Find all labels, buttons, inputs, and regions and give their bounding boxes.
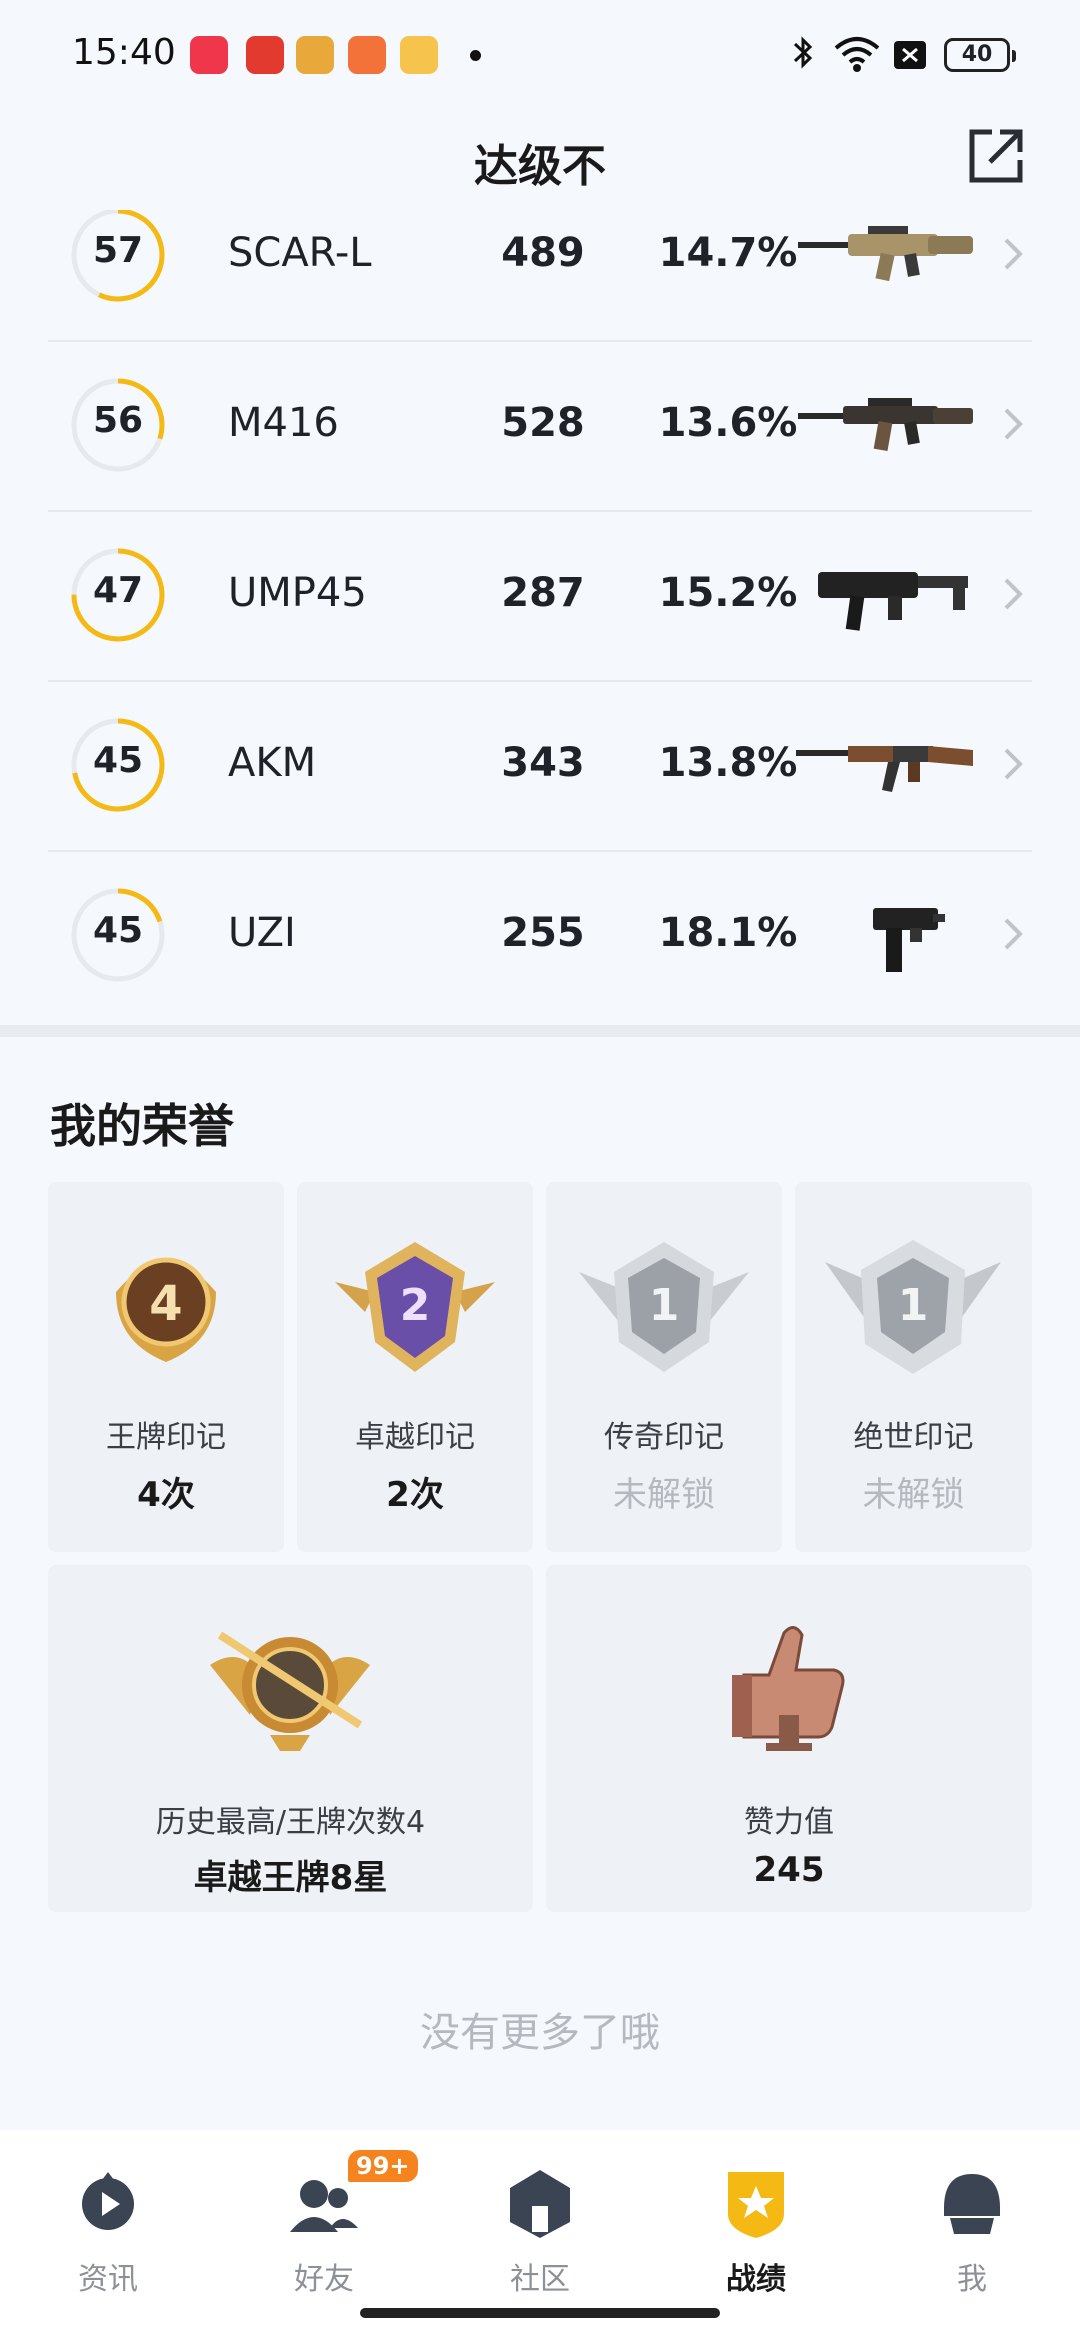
weapon-row[interactable]: 45 AKM 343 13.8% (48, 680, 1032, 852)
weapon-kills: 255 (501, 910, 585, 956)
ace-mark-badge-icon: 4 (116, 1257, 216, 1362)
end-of-list-text: 没有更多了哦 (420, 2010, 660, 2056)
video-app-icon (348, 36, 386, 74)
honor-card-excellence[interactable]: 2 卓越印记 2次 (297, 1182, 533, 1552)
honor-label: 绝世印记 (853, 1420, 974, 1455)
weapon-kills: 287 (501, 570, 585, 616)
honor-card-peerless[interactable]: 1 绝世印记 未解锁 (795, 1182, 1032, 1552)
weapon-name: SCAR-L (228, 230, 372, 276)
battery-icon: 40 (944, 38, 1016, 72)
thumbs-up-icon (732, 1626, 845, 1751)
honor-value: 未解锁 (613, 1475, 715, 1515)
game-app-icon (296, 36, 334, 74)
weapon-row[interactable]: 57 SCAR-L 489 14.7% (48, 210, 1032, 342)
sim-off-icon (894, 41, 926, 69)
nav-item-friends[interactable]: 99+ 好友 (244, 2150, 418, 2300)
legend-mark-badge-icon: 1 (579, 1242, 749, 1372)
weapon-level: 47 (92, 570, 144, 611)
weapon-level: 56 (92, 400, 144, 441)
weapon-row[interactable]: 56 M416 528 13.6% (48, 340, 1032, 512)
weapon-level: 57 (92, 230, 144, 271)
weapon-level: 45 (92, 740, 144, 781)
weapon-list: 57 SCAR-L 489 14.7% 56 M416 528 13.6% 47… (0, 210, 1080, 1025)
weapon-kills: 528 (501, 400, 585, 446)
honors-title: 我的荣誉 (50, 1099, 234, 1153)
honor-card-legend[interactable]: 1 传奇印记 未解锁 (546, 1182, 782, 1552)
m416-rifle-icon (798, 398, 973, 452)
status-time: 15:40 (72, 32, 176, 73)
honor-value: 4次 (137, 1475, 195, 1515)
honor-value: 2次 (386, 1475, 444, 1515)
weapon-row[interactable]: 45 UZI 255 18.1% (48, 850, 1032, 1020)
svg-text:1: 1 (898, 1280, 929, 1331)
ace-rank-emblem-icon (210, 1631, 370, 1751)
weapon-row[interactable]: 47 UMP45 287 15.2% (48, 510, 1032, 682)
weapon-name: M416 (228, 400, 339, 446)
nav-item-community[interactable]: 社区 (460, 2150, 620, 2300)
header: 达级不 (0, 110, 1080, 210)
ump45-smg-icon (818, 572, 968, 631)
nav-item-record[interactable]: 战绩 (676, 2150, 836, 2300)
nav-label: 资讯 (78, 2262, 138, 2297)
likes-value: 245 (753, 1850, 825, 1890)
likes-label: 赞力值 (744, 1805, 834, 1840)
nav-item-profile[interactable]: 我 (892, 2150, 1052, 2300)
chevron-right-icon (1004, 578, 1023, 610)
wifi-icon (834, 37, 880, 72)
svg-text:2: 2 (400, 1280, 431, 1331)
weapon-name: AKM (228, 740, 317, 786)
nav-label: 社区 (510, 2262, 570, 2297)
uzi-smg-icon (873, 908, 945, 972)
bluetooth-icon (793, 36, 813, 69)
news-app-icon (246, 36, 284, 74)
nav-label: 战绩 (726, 2262, 786, 2297)
profile-icon (944, 2174, 1000, 2234)
honor-card-highest-rank[interactable]: 历史最高/王牌次数4 卓越王牌8星 (48, 1565, 533, 1912)
highest-rank-value: 卓越王牌8星 (193, 1858, 388, 1898)
weapon-name: UMP45 (228, 570, 367, 616)
scar-l-rifle-icon (798, 226, 973, 282)
peerless-mark-badge-icon: 1 (825, 1240, 1001, 1374)
nav-label: 我 (957, 2262, 987, 2297)
status-bar: 15:40 40 (0, 0, 1080, 110)
community-icon (510, 2170, 570, 2238)
chevron-right-icon (1004, 238, 1023, 270)
weapon-name: UZI (228, 910, 296, 956)
honor-label: 传奇印记 (604, 1420, 724, 1455)
excellence-mark-badge-icon: 2 (335, 1242, 495, 1372)
honor-card-ace[interactable]: 4 王牌印记 4次 (48, 1182, 284, 1552)
weapon-kills: 343 (501, 740, 585, 786)
honor-card-likes[interactable]: 赞力值 245 (546, 1565, 1032, 1912)
news-icon (82, 2172, 134, 2230)
nav-item-news[interactable]: 资讯 (28, 2150, 188, 2300)
record-icon (728, 2172, 784, 2238)
chevron-right-icon (1004, 918, 1023, 950)
honor-value: 未解锁 (862, 1475, 965, 1515)
akm-rifle-icon (796, 746, 973, 792)
chevron-right-icon (1004, 748, 1023, 780)
section-divider (0, 1025, 1080, 1037)
notification-dot (470, 50, 481, 61)
highest-rank-label: 历史最高/王牌次数4 (155, 1805, 426, 1840)
home-indicator (360, 2308, 720, 2318)
share-icon[interactable] (964, 124, 1028, 188)
svg-text:4: 4 (149, 1276, 182, 1332)
gift-app-icon (400, 36, 438, 74)
nav-label: 好友 (294, 2262, 354, 2297)
honor-label: 卓越印记 (355, 1420, 475, 1455)
weapon-level: 45 (92, 910, 144, 951)
friends-count-badge: 99+ (348, 2150, 418, 2182)
music-app-icon (190, 36, 228, 74)
svg-text:1: 1 (649, 1280, 680, 1331)
honor-label: 王牌印记 (106, 1420, 226, 1455)
weapon-kills: 489 (501, 230, 585, 276)
chevron-right-icon (1004, 408, 1023, 440)
page-title: 达级不 (474, 141, 606, 192)
